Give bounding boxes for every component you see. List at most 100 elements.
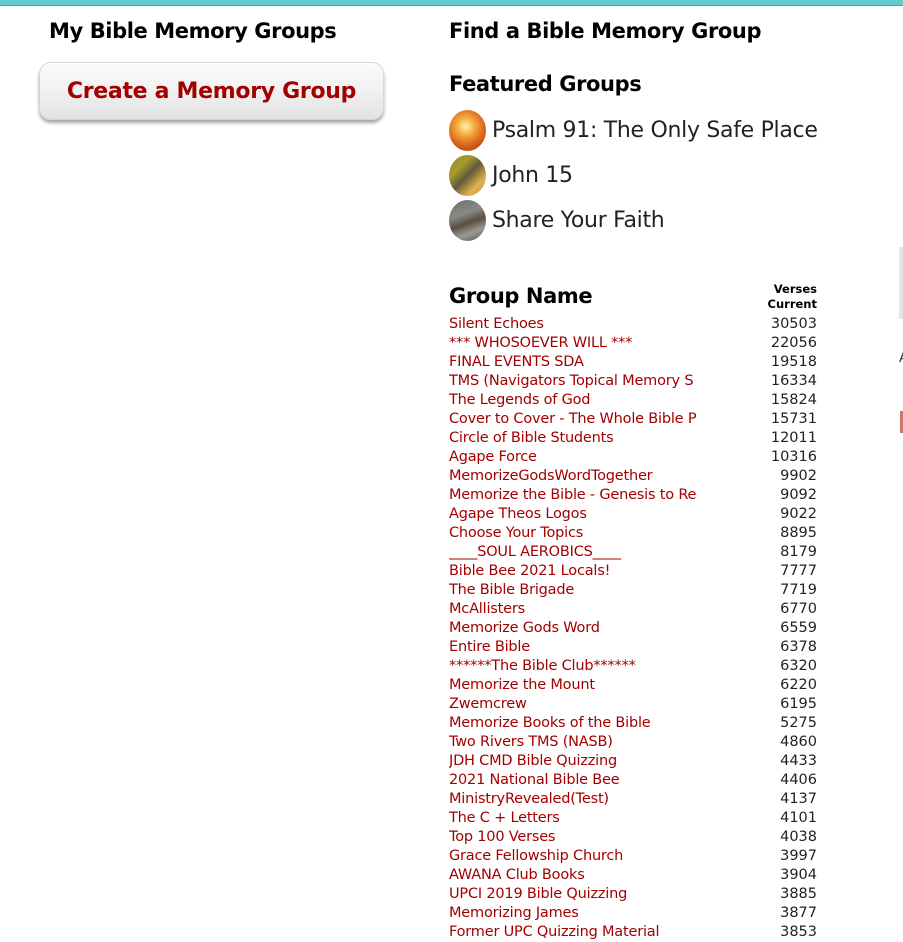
table-row: Memorizing James 3877 <box>449 904 819 923</box>
group-name-link[interactable]: 2021 National Bible Bee <box>449 771 700 790</box>
edge-text-fragment: A <box>899 350 903 364</box>
group-name-link[interactable]: Former UPC Quizzing Material <box>449 923 700 942</box>
group-name-link[interactable]: Top 100 Verses <box>449 828 700 847</box>
featured-group-psalm-91[interactable]: Psalm 91: The Only Safe Place <box>449 108 818 153</box>
table-row: Agape Force 10316 <box>449 448 819 467</box>
group-name-link[interactable]: Agape Theos Logos <box>449 505 700 524</box>
group-name-link[interactable]: Bible Bee 2021 Locals! <box>449 562 700 581</box>
group-name-link[interactable]: Cover to Cover - The Whole Bible P <box>449 410 700 429</box>
group-name-link[interactable]: FINAL EVENTS SDA <box>449 353 700 372</box>
table-row: The Legends of God 15824 <box>449 391 819 410</box>
verses-current-count: 6220 <box>780 677 817 693</box>
featured-group-label: John 15 <box>492 163 573 188</box>
find-group-title: Find a Bible Memory Group <box>449 19 762 43</box>
verses-current-count: 30503 <box>770 316 817 332</box>
group-name-link[interactable]: Agape Force <box>449 448 700 467</box>
verses-current-count: 6770 <box>780 601 817 617</box>
featured-groups-list: Psalm 91: The Only Safe Place John 15 Sh… <box>449 108 818 243</box>
my-groups-title: My Bible Memory Groups <box>49 19 337 43</box>
group-name-link[interactable]: The C + Letters <box>449 809 700 828</box>
verses-current-count: 4406 <box>780 772 817 788</box>
table-row: ******The Bible Club****** 6320 <box>449 657 819 676</box>
verses-current-count: 8179 <box>780 544 817 560</box>
table-row: Silent Echoes 30503 <box>449 315 819 334</box>
table-row: *** WHOSOEVER WILL *** 22056 <box>449 334 819 353</box>
table-row: Former UPC Quizzing Material 3853 <box>449 923 819 942</box>
table-row: AWANA Club Books 3904 <box>449 866 819 885</box>
verses-current-count: 8895 <box>780 525 817 541</box>
table-row: UPCI 2019 Bible Quizzing 3885 <box>449 885 819 904</box>
group-name-link[interactable]: MemorizeGodsWordTogether <box>449 467 700 486</box>
table-row: Memorize the Mount 6220 <box>449 676 819 695</box>
verses-current-count: 3904 <box>780 867 817 883</box>
group-name-link[interactable]: TMS (Navigators Topical Memory S <box>449 372 700 391</box>
verses-current-count: 10316 <box>770 449 817 465</box>
group-name-link[interactable]: Memorize the Mount <box>449 676 700 695</box>
verses-current-count: 16334 <box>770 373 817 389</box>
group-name-link[interactable]: AWANA Club Books <box>449 866 700 885</box>
verses-current-count: 15731 <box>770 411 817 427</box>
group-name-link[interactable]: The Legends of God <box>449 391 700 410</box>
group-name-link[interactable]: McAllisters <box>449 600 700 619</box>
verses-current-count: 19518 <box>770 354 817 370</box>
find-group-section: Find a Bible Memory Group <box>449 16 849 46</box>
group-name-link[interactable]: Circle of Bible Students <box>449 429 700 448</box>
group-name-link[interactable]: JDH CMD Bible Quizzing <box>449 752 700 771</box>
table-row: Zwemcrew 6195 <box>449 695 819 714</box>
table-row: Two Rivers TMS (NASB) 4860 <box>449 733 819 752</box>
table-row: FINAL EVENTS SDA 19518 <box>449 353 819 372</box>
featured-group-label: Psalm 91: The Only Safe Place <box>492 118 818 143</box>
table-row: Agape Theos Logos 9022 <box>449 505 819 524</box>
verses-current-count: 4101 <box>780 810 817 826</box>
verses-current-count: 3877 <box>780 905 817 921</box>
verses-current-count: 9902 <box>780 468 817 484</box>
featured-groups-heading: Featured Groups <box>449 69 642 99</box>
table-row: Memorize Gods Word 6559 <box>449 619 819 638</box>
group-name-link[interactable]: Silent Echoes <box>449 315 700 334</box>
verses-current-count: 7777 <box>780 563 817 579</box>
group-name-link[interactable]: MinistryRevealed(Test) <box>449 790 700 809</box>
vine-thumbnail-icon <box>449 155 486 196</box>
group-name-link[interactable]: Memorize the Bible - Genesis to Re <box>449 486 700 505</box>
column-header-verses-line1: Verses <box>773 282 817 296</box>
group-name-link[interactable]: Zwemcrew <box>449 695 700 714</box>
table-row: Cover to Cover - The Whole Bible P 15731 <box>449 410 819 429</box>
column-header-group-name[interactable]: Group Name <box>449 284 593 308</box>
group-name-link[interactable]: ******The Bible Club****** <box>449 657 700 676</box>
table-row: MinistryRevealed(Test) 4137 <box>449 790 819 809</box>
group-name-link[interactable]: ____SOUL AEROBICS____ <box>449 543 700 562</box>
group-name-link[interactable]: *** WHOSOEVER WILL *** <box>449 334 700 353</box>
table-row: Top 100 Verses 4038 <box>449 828 819 847</box>
featured-group-share-your-faith[interactable]: Share Your Faith <box>449 198 818 243</box>
groups-table: Silent Echoes 30503 *** WHOSOEVER WILL ***… <box>449 315 819 942</box>
groups-table-header: Group Name Verses Current <box>449 282 819 315</box>
group-name-link[interactable]: Entire Bible <box>449 638 700 657</box>
verses-current-count: 3885 <box>780 886 817 902</box>
verses-current-count: 22056 <box>770 335 817 351</box>
group-name-link[interactable]: Memorize Books of the Bible <box>449 714 700 733</box>
verses-current-count: 4137 <box>780 791 817 807</box>
edge-scrollbar-fragment[interactable] <box>899 247 903 319</box>
table-row: McAllisters 6770 <box>449 600 819 619</box>
group-name-link[interactable]: Grace Fellowship Church <box>449 847 700 866</box>
table-row: MemorizeGodsWordTogether 9902 <box>449 467 819 486</box>
table-row: ____SOUL AEROBICS____ 8179 <box>449 543 819 562</box>
group-name-link[interactable]: The Bible Brigade <box>449 581 700 600</box>
group-name-link[interactable]: Memorize Gods Word <box>449 619 700 638</box>
verses-current-count: 6320 <box>780 658 817 674</box>
featured-group-john-15[interactable]: John 15 <box>449 153 818 198</box>
verses-current-count: 7719 <box>780 582 817 598</box>
table-row: The C + Letters 4101 <box>449 809 819 828</box>
verses-current-count: 3997 <box>780 848 817 864</box>
featured-groups-title: Featured Groups <box>449 72 642 96</box>
table-row: Bible Bee 2021 Locals! 7777 <box>449 562 819 581</box>
group-name-link[interactable]: Two Rivers TMS (NASB) <box>449 733 700 752</box>
featured-group-label: Share Your Faith <box>492 208 665 233</box>
table-row: Memorize Books of the Bible 5275 <box>449 714 819 733</box>
create-memory-group-button[interactable]: Create a Memory Group <box>39 62 384 120</box>
group-name-link[interactable]: Memorizing James <box>449 904 700 923</box>
column-header-verses-current[interactable]: Verses Current <box>768 282 817 312</box>
group-name-link[interactable]: Choose Your Topics <box>449 524 700 543</box>
create-memory-group-label: Create a Memory Group <box>66 78 357 104</box>
group-name-link[interactable]: UPCI 2019 Bible Quizzing <box>449 885 700 904</box>
